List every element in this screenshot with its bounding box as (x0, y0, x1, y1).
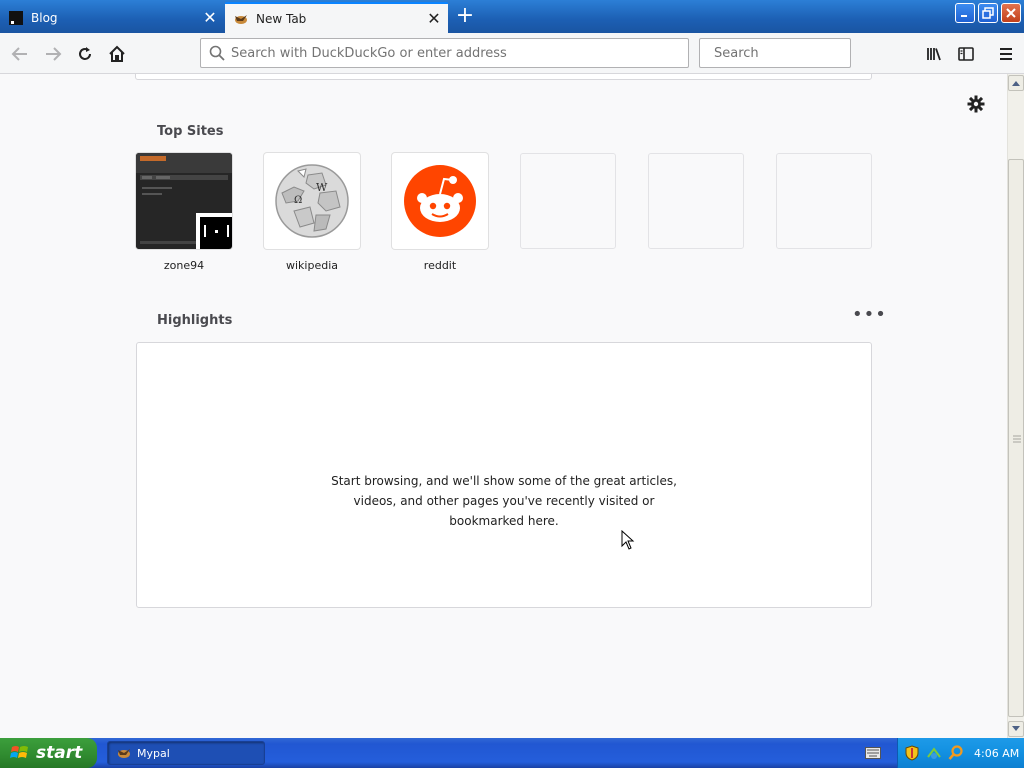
tab-new-tab[interactable]: New Tab ✕ (225, 2, 448, 33)
top-site-label: zone94 (163, 259, 205, 272)
tab-title: New Tab (256, 11, 307, 26)
home-button[interactable] (103, 40, 131, 68)
back-arrow-icon (11, 47, 27, 61)
top-site-placeholder (776, 153, 872, 249)
sidebar-button[interactable] (952, 40, 980, 68)
top-site-empty-tile (776, 153, 872, 249)
tab-close-icon[interactable]: ✕ (424, 9, 444, 29)
reload-button[interactable] (71, 40, 99, 68)
top-site-label: reddit (423, 259, 457, 272)
magnifier-icon[interactable] (948, 745, 964, 761)
search-icon (209, 45, 225, 61)
chevron-down-icon (1012, 726, 1020, 731)
mypal-favicon-icon (235, 14, 247, 24)
navigation-toolbar (0, 33, 1024, 74)
forward-arrow-icon (46, 47, 62, 61)
top-site-thumbnail (136, 153, 232, 249)
mouse-pointer-icon (621, 530, 635, 550)
svg-text:W: W (316, 181, 328, 194)
close-window-button[interactable] (1001, 3, 1021, 23)
back-button[interactable] (6, 40, 34, 68)
top-site-tile[interactable]: Ω W wikipedia (264, 153, 360, 272)
taskbar-item-mypal[interactable]: Mypal (107, 741, 265, 765)
keyboard-icon[interactable] (865, 747, 881, 759)
highlights-more-button[interactable]: ••• (852, 306, 886, 327)
library-icon (927, 48, 941, 61)
chevron-up-icon (1012, 81, 1020, 86)
top-site-tile[interactable]: zone94 (136, 153, 232, 272)
minimize-button[interactable] (955, 3, 975, 23)
taskbar-item-label: Mypal (137, 746, 170, 760)
restore-icon (982, 7, 994, 19)
top-site-placeholder (648, 153, 744, 249)
hamburger-menu-icon (1000, 48, 1012, 60)
start-button[interactable]: start (0, 738, 97, 768)
scroll-up-button[interactable] (1008, 75, 1024, 91)
wikipedia-globe-icon: Ω W (275, 164, 349, 238)
highlights-title: Highlights (157, 313, 233, 328)
top-site-label: wikipedia (285, 259, 338, 272)
tab-blog[interactable]: Blog ✕ (0, 2, 224, 33)
vertical-scrollbar[interactable] (1007, 74, 1024, 738)
blog-favicon-icon (9, 10, 23, 25)
library-button[interactable] (920, 40, 948, 68)
search-input[interactable] (714, 45, 884, 61)
menu-button[interactable] (992, 40, 1020, 68)
windows-taskbar: start Mypal 4:06 AM (0, 738, 1024, 768)
top-site-tile[interactable]: reddit (392, 153, 488, 272)
new-tab-page: Top Sites zone94 Ω W wikipedia reddit Hi… (0, 74, 1007, 738)
start-label: start (36, 743, 83, 763)
scroll-thumb[interactable] (1008, 159, 1024, 717)
svg-text:Ω: Ω (294, 195, 302, 206)
reddit-alien-icon (404, 165, 476, 237)
mypal-icon (118, 749, 130, 758)
top-site-empty-tile (648, 153, 744, 249)
tab-strip: Blog ✕ New Tab ✕ + (0, 0, 1024, 33)
top-site-thumbnail (392, 153, 488, 249)
grip-icon (1013, 435, 1021, 443)
highlights-empty-state: Start browsing, and we'll show some of t… (136, 342, 872, 608)
page-search-box[interactable] (135, 74, 872, 80)
address-bar[interactable] (200, 38, 689, 68)
minimize-icon (961, 15, 967, 17)
windows-logo-icon (10, 746, 28, 758)
search-bar[interactable] (699, 38, 884, 68)
network-icon[interactable] (926, 745, 942, 761)
forward-button[interactable] (39, 40, 67, 68)
zone94-screenshot-icon (136, 153, 232, 249)
top-site-thumbnail: Ω W (264, 153, 360, 249)
new-tab-button[interactable]: + (452, 5, 478, 29)
taskbar-clock: 4:06 AM (974, 746, 1020, 760)
top-site-placeholder (520, 153, 616, 249)
gear-icon[interactable] (966, 94, 986, 114)
scroll-down-button[interactable] (1008, 721, 1024, 737)
address-input[interactable] (231, 45, 688, 61)
reload-icon (79, 47, 91, 60)
system-tray: 4:06 AM (897, 738, 1024, 768)
sidebar-icon (958, 47, 974, 61)
top-sites-title: Top Sites (157, 124, 224, 139)
top-site-empty-tile (520, 153, 616, 249)
restore-button[interactable] (978, 3, 998, 23)
highlights-empty-message: Start browsing, and we'll show some of t… (331, 474, 677, 528)
tab-close-icon[interactable]: ✕ (200, 8, 220, 28)
security-shield-icon[interactable] (904, 745, 920, 761)
home-icon (109, 45, 125, 62)
close-icon (1006, 8, 1016, 18)
tab-title: Blog (31, 10, 58, 25)
